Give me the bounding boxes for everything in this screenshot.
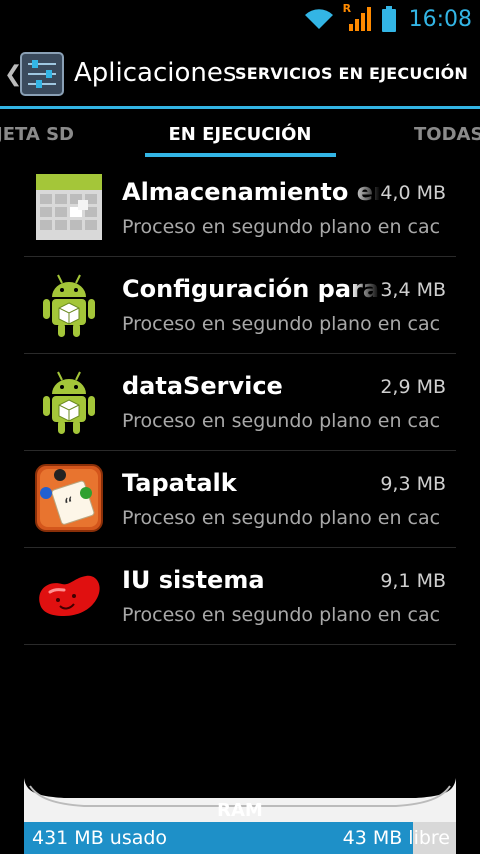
action-bar: ❮ Aplicaciones SERVICIOS EN EJECUCIÓN xyxy=(0,38,480,110)
android-robot-icon xyxy=(34,366,104,436)
process-status: Proceso en segundo plano en cac xyxy=(122,604,441,626)
jelly-bean-icon xyxy=(34,560,104,630)
settings-sliders-icon[interactable] xyxy=(20,52,64,96)
signal-icon: R xyxy=(343,2,373,32)
ram-usage-bar: 431 MB usado 43 MB libre xyxy=(24,822,456,854)
android-robot-icon xyxy=(34,269,104,339)
roaming-indicator: R xyxy=(342,2,352,15)
process-size: 9,3 MB xyxy=(380,473,446,495)
process-name: Tapatalk xyxy=(122,469,237,497)
process-status: Proceso en segundo plano en cac xyxy=(122,410,441,432)
running-services-button[interactable]: SERVICIOS EN EJECUCIÓN xyxy=(235,64,468,83)
list-item[interactable]: dataService 2,9 MB Proceso en segundo pl… xyxy=(24,354,456,451)
list-item[interactable]: Configuración para p 3,4 MB Proceso en s… xyxy=(24,257,456,354)
ram-used-text: 431 MB usado xyxy=(32,827,168,849)
battery-icon xyxy=(381,6,396,32)
process-status: Proceso en segundo plano en cac xyxy=(122,216,441,238)
ram-label: RAM xyxy=(217,800,263,821)
tapatalk-icon: “ xyxy=(34,463,104,533)
process-name: dataService xyxy=(122,372,283,400)
process-size: 3,4 MB xyxy=(380,279,446,301)
process-name: IU sistema xyxy=(122,566,265,594)
status-icons: R 16:08 xyxy=(303,2,472,34)
tab-running[interactable]: EN EJECUCIÓN xyxy=(0,124,480,145)
process-size: 9,1 MB xyxy=(380,570,446,592)
status-time: 16:08 xyxy=(408,6,472,32)
ram-free-text: 43 MB libre xyxy=(342,827,450,849)
process-status: Proceso en segundo plano en cac xyxy=(122,507,441,529)
wifi-icon xyxy=(304,9,333,29)
process-size: 4,0 MB xyxy=(380,182,446,204)
process-list: Almacenamiento en c 4,0 MB Proceso en se… xyxy=(24,160,456,645)
list-item[interactable]: “ Tapatalk 9,3 MB Proceso en segundo pla… xyxy=(24,451,456,548)
tab-all[interactable]: TODAS xyxy=(414,124,480,145)
status-bar: R 16:08 xyxy=(0,0,480,38)
process-status: Proceso en segundo plano en cac xyxy=(122,313,441,335)
process-size: 2,9 MB xyxy=(380,376,446,398)
process-name: Almacenamiento en c xyxy=(122,178,380,206)
list-item[interactable]: IU sistema 9,1 MB Proceso en segundo pla… xyxy=(24,548,456,645)
process-name: Configuración para p xyxy=(122,275,380,303)
calendar-storage-icon xyxy=(34,172,104,242)
list-item[interactable]: Almacenamiento en c 4,0 MB Proceso en se… xyxy=(24,160,456,257)
action-bar-divider xyxy=(0,106,480,109)
page-title: Aplicaciones xyxy=(74,58,237,88)
tab-selected-indicator xyxy=(145,153,336,157)
